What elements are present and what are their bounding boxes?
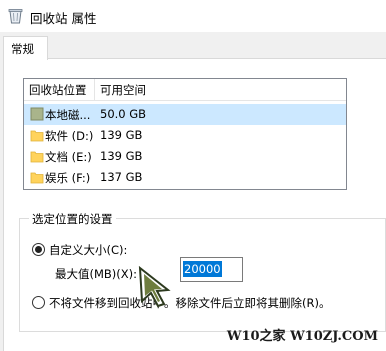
tab-general[interactable]: 常规 bbox=[3, 36, 48, 60]
settings-group-title: 选定位置的设置 bbox=[29, 211, 116, 227]
list-item-name: 本地磁... bbox=[45, 108, 91, 122]
no-recycle-radio[interactable] bbox=[32, 296, 45, 309]
list-item-space: 50.0 GB bbox=[100, 107, 147, 121]
list-item-name: 软件 (D:) bbox=[45, 129, 94, 143]
title-bar: 回收站 属性 bbox=[0, 0, 386, 32]
list-item-space: 137 GB bbox=[100, 170, 143, 184]
drive-folder-icon bbox=[30, 107, 44, 121]
list-item-name: 文档 (E:) bbox=[45, 150, 92, 164]
list-item[interactable]: 娱乐 (F:) 137 GB bbox=[24, 167, 346, 188]
tab-general-label: 常规 bbox=[11, 42, 34, 56]
recycle-bin-icon bbox=[8, 9, 23, 24]
folder-icon bbox=[30, 130, 44, 142]
list-item[interactable]: 文档 (E:) 139 GB bbox=[24, 146, 346, 167]
max-size-value: 20000 bbox=[183, 261, 222, 277]
watermark-text: W10之家 W10ZJ.COM bbox=[226, 329, 378, 344]
custom-size-label[interactable]: 自定义大小(C): bbox=[49, 242, 127, 258]
max-size-label: 最大值(MB)(X): bbox=[55, 267, 138, 281]
folder-icon bbox=[30, 172, 44, 184]
custom-size-radio[interactable] bbox=[32, 243, 45, 256]
list-header: 回收站位置 可用空间 bbox=[24, 79, 346, 101]
column-divider[interactable] bbox=[94, 79, 95, 100]
list-item[interactable]: 本地磁... 50.0 GB bbox=[24, 104, 346, 125]
column-header-location[interactable]: 回收站位置 bbox=[29, 82, 87, 98]
no-recycle-label[interactable]: 不将文件移到回收站中。移除文件后立即将其删除(R)。 bbox=[49, 295, 330, 311]
mouse-cursor-icon bbox=[138, 266, 171, 308]
list-item[interactable]: 软件 (D:) 139 GB bbox=[24, 125, 346, 146]
radio-selected-dot bbox=[35, 246, 42, 253]
folder-icon bbox=[30, 151, 44, 163]
list-item-space: 139 GB bbox=[100, 128, 143, 142]
list-item-name: 娱乐 (F:) bbox=[45, 171, 91, 185]
max-size-input[interactable]: 20000 bbox=[180, 257, 243, 282]
recycle-location-list[interactable]: 回收站位置 可用空间 本地磁... 50.0 GB 软件 (D:) 139 GB… bbox=[23, 78, 347, 190]
window-title: 回收站 属性 bbox=[30, 11, 97, 26]
column-header-space[interactable]: 可用空间 bbox=[100, 82, 146, 98]
list-item-space: 139 GB bbox=[100, 149, 143, 163]
